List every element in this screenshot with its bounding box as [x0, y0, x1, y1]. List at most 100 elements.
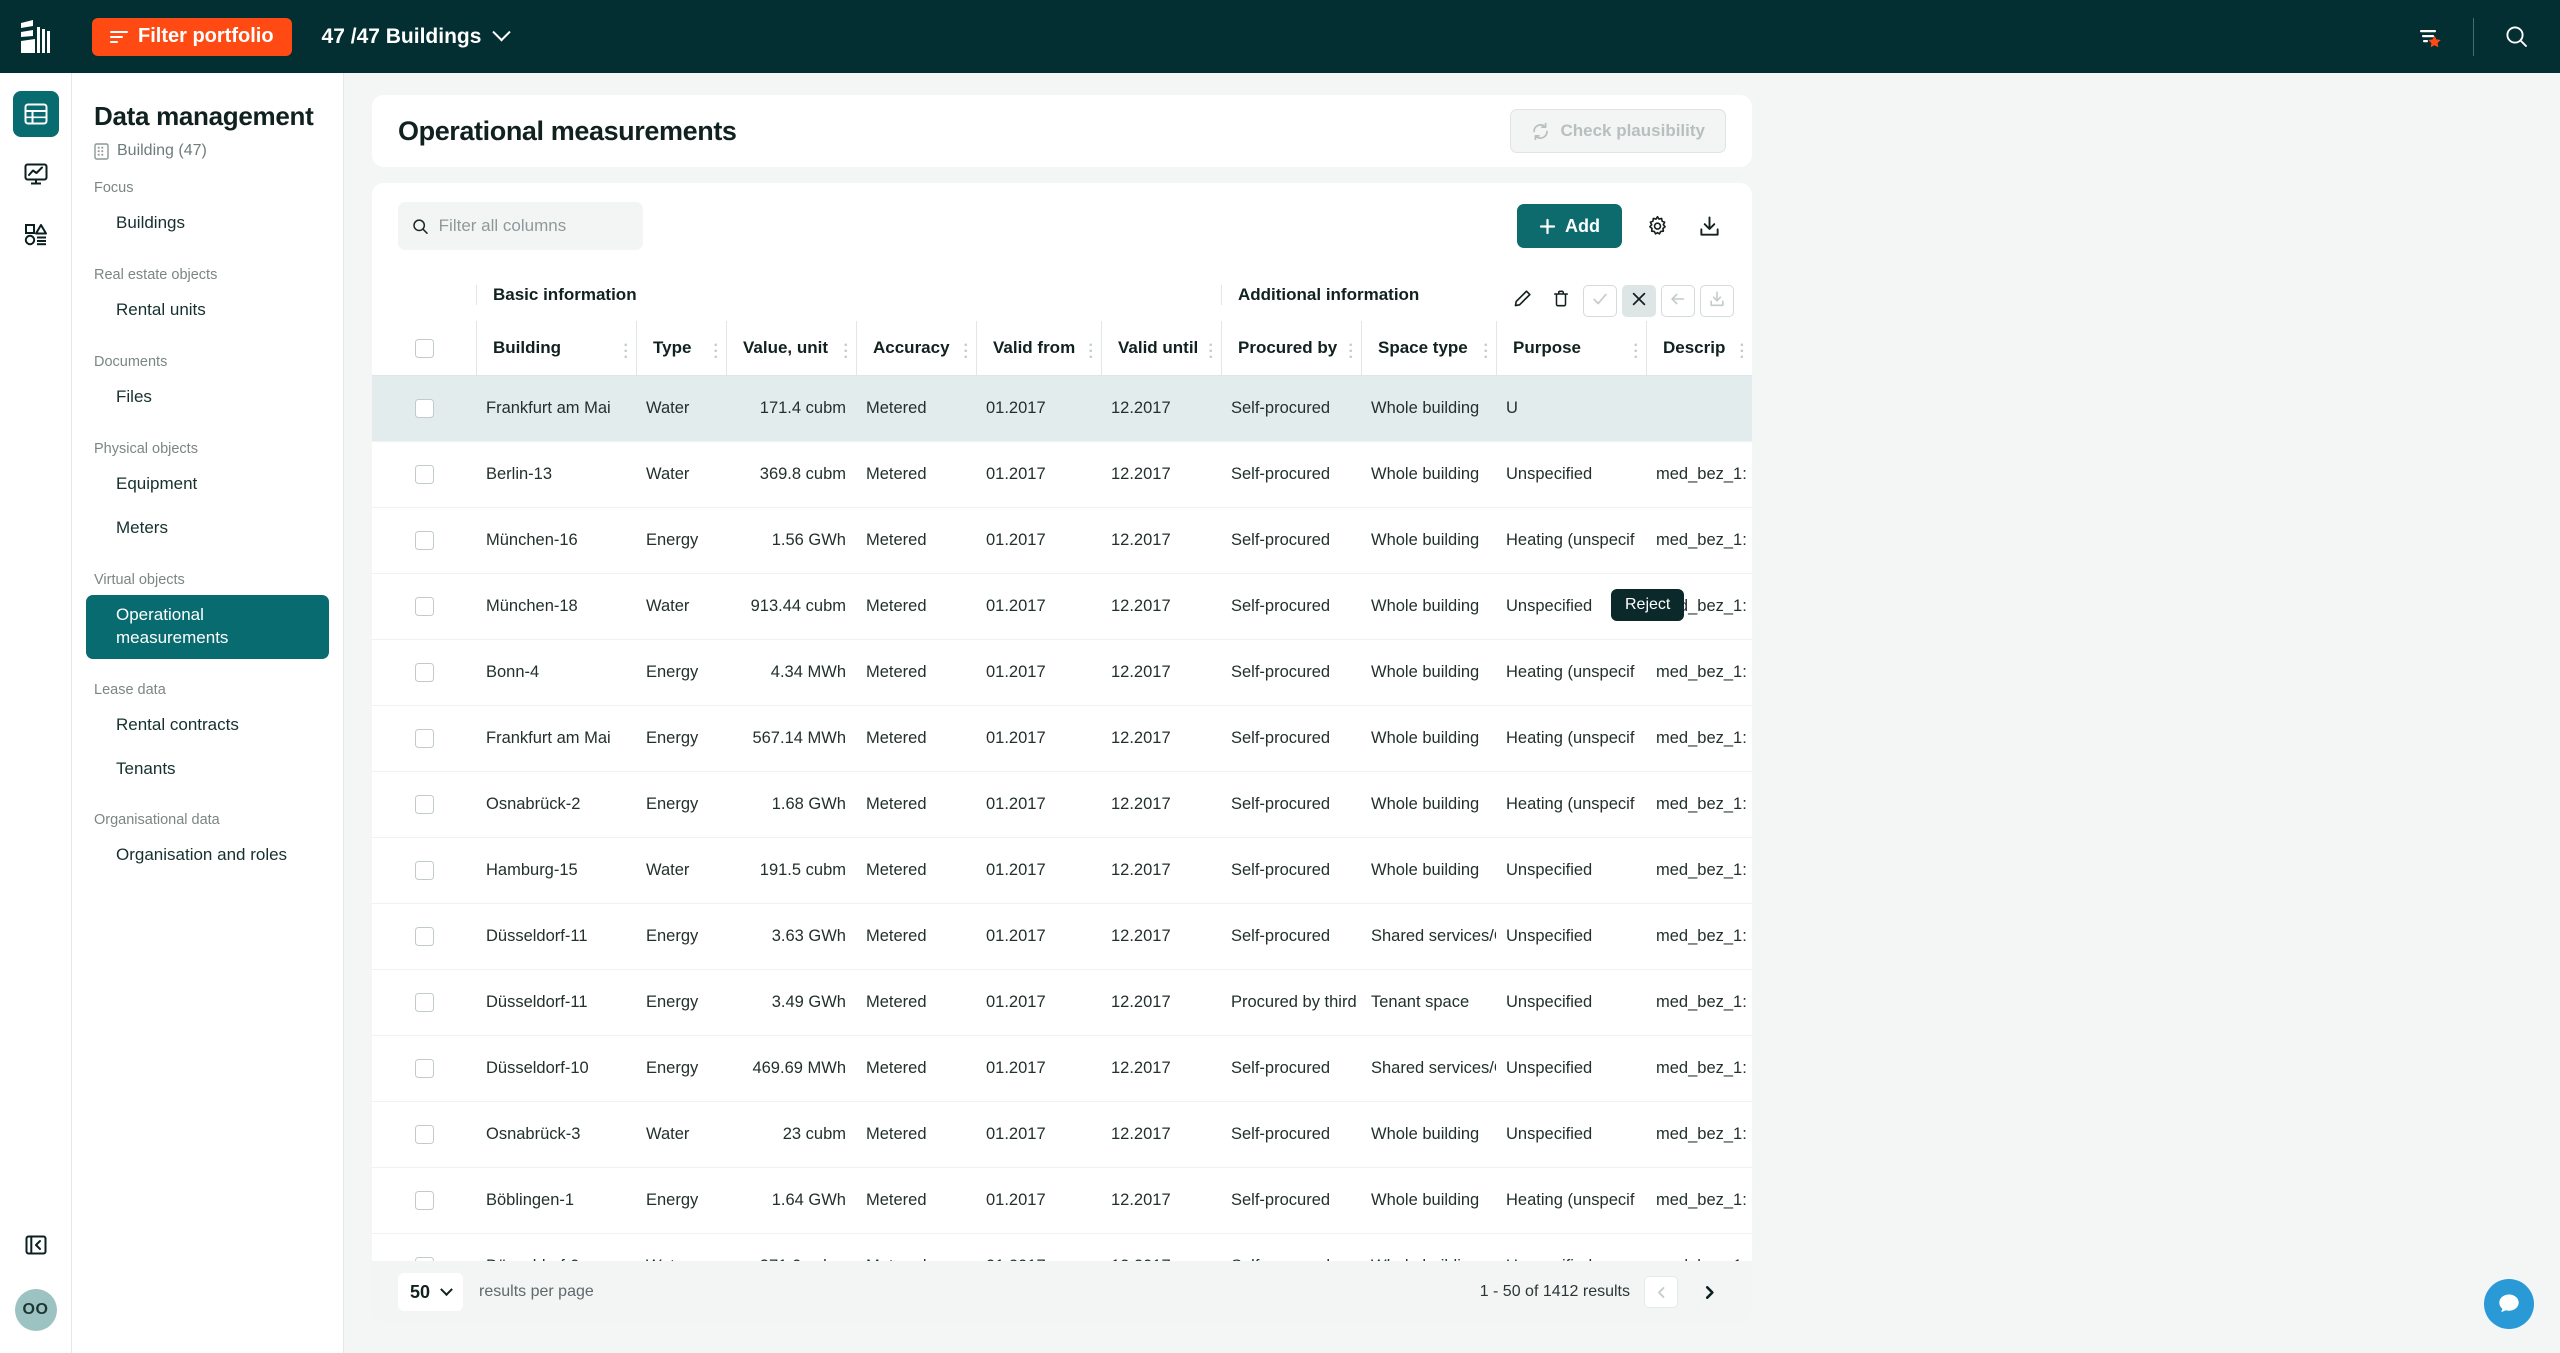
cell-accuracy: Metered [866, 729, 927, 747]
row-checkbox[interactable] [414, 729, 434, 748]
cell-valid_until: 12.2017 [1111, 465, 1171, 483]
sidebar-item-equipment[interactable]: Equipment [86, 464, 329, 505]
cell-building: München-18 [486, 597, 578, 615]
cell-valid_from: 01.2017 [986, 663, 1046, 681]
column-header-accuracy[interactable]: Accuracy... [856, 321, 976, 376]
buildings-count-label: 47 /47 Buildings [321, 24, 482, 48]
sidebar-item-rental-contracts[interactable]: Rental contracts [86, 705, 329, 746]
cell-type: Energy [646, 1059, 699, 1077]
select-all-checkbox[interactable] [414, 338, 434, 358]
table-row[interactable]: Osnabrück-3 Water 23 cubm Metered 01.2017 12.… [372, 1102, 1752, 1168]
download-icon [1699, 215, 1719, 236]
rail-item-reports[interactable] [13, 211, 59, 257]
saved-filters-button[interactable] [2387, 0, 2473, 73]
column-header-space_type[interactable]: Space type... [1361, 321, 1496, 376]
sidebar-item-meters[interactable]: Meters [86, 508, 329, 549]
prev-page-button[interactable] [1644, 1276, 1678, 1308]
row-checkbox[interactable] [414, 795, 434, 814]
column-header-purpose[interactable]: Purpose... [1496, 321, 1646, 376]
column-header-procured_by[interactable]: Procured by... [1221, 321, 1361, 376]
avatar[interactable]: OO [14, 1289, 57, 1331]
delete-row-button[interactable] [1544, 285, 1578, 317]
sidebar-item-buildings[interactable]: Buildings [86, 203, 329, 244]
column-header-valid_until[interactable]: Valid until... [1101, 321, 1221, 376]
table-row[interactable]: Düsseldorf-11 Energy 3.63 GWh Metered 01.201… [372, 904, 1752, 970]
filter-portfolio-button[interactable]: Filter portfolio [92, 17, 292, 56]
sidebar-item-files[interactable]: Files [86, 377, 329, 418]
sidebar-group-label: Focus [94, 180, 134, 196]
cell-space_type: Whole building [1371, 597, 1480, 615]
row-checkbox[interactable] [414, 993, 434, 1012]
column-menu-icon[interactable]: ... [1201, 334, 1221, 362]
column-menu-icon[interactable]: ... [836, 334, 856, 362]
column-menu-icon[interactable]: ... [616, 334, 636, 362]
cell-description: med_bez_1: [1656, 531, 1747, 549]
row-checkbox[interactable] [414, 1191, 434, 1210]
table-row[interactable]: Osnabrück-2 Energy 1.68 GWh Metered 01.2017 1… [372, 772, 1752, 838]
row-checkbox[interactable] [414, 1059, 434, 1078]
column-header-inner: Descrip... [1646, 321, 1752, 375]
row-select-cell [372, 640, 476, 706]
table-row[interactable]: Frankfurt am Mai Water 171.4 cubm Metered 01… [372, 375, 1752, 442]
column-menu-icon[interactable]: ... [1626, 334, 1646, 362]
sidebar-group-label: Real estate objects [94, 266, 218, 283]
sidebar-item-label: Buildings [116, 213, 185, 232]
global-search-button[interactable] [2474, 0, 2560, 73]
search-input[interactable] [438, 216, 629, 236]
sidebar-item-operational-measurements[interactable]: Operational measurements [86, 594, 329, 659]
cell-type: Energy [646, 1191, 699, 1209]
table-settings-button[interactable] [1640, 209, 1674, 243]
export-download-button[interactable] [1692, 209, 1726, 243]
column-menu-icon[interactable]: ... [1081, 334, 1101, 362]
cell-accuracy: Metered [866, 993, 927, 1011]
row-checkbox[interactable] [414, 597, 434, 616]
column-menu-icon[interactable]: ... [1732, 334, 1752, 362]
edit-row-button[interactable] [1505, 285, 1539, 317]
add-button[interactable]: Add [1517, 204, 1622, 248]
column-header-type[interactable]: Type... [636, 321, 726, 376]
chat-support-button[interactable] [2484, 1279, 2534, 1329]
column-menu-icon[interactable]: ... [956, 334, 976, 362]
table-row[interactable]: Berlin-13 Water 369.8 cubm Metered 01.2017 12… [372, 442, 1752, 508]
cell-valid_from: 01.2017 [986, 465, 1046, 483]
column-header-description[interactable]: Descrip... [1646, 321, 1752, 376]
sidebar-item-label: Meters [116, 517, 168, 537]
results-per-page-select[interactable]: 50 [398, 1273, 464, 1311]
column-menu-icon[interactable]: ... [1341, 334, 1361, 362]
rail-item-data-management[interactable] [12, 91, 59, 137]
row-checkbox[interactable] [414, 1125, 434, 1144]
table-row[interactable]: Düsseldorf-10 Energy 469.69 MWh Metered 01.2… [372, 1036, 1752, 1102]
column-menu-icon[interactable]: ... [1476, 334, 1496, 362]
column-header-inner: Space type... [1361, 321, 1496, 375]
row-checkbox[interactable] [414, 861, 434, 880]
reject-row-button[interactable] [1622, 285, 1656, 317]
row-checkbox[interactable] [414, 465, 434, 484]
table-row[interactable]: Frankfurt am Mai Energy 567.14 MWh Metered 0… [372, 706, 1752, 772]
check-plausibility-button[interactable]: Check plausibility [1510, 109, 1726, 153]
row-checkbox[interactable] [414, 663, 434, 682]
row-checkbox[interactable] [414, 399, 434, 418]
next-page-button[interactable] [1692, 1276, 1726, 1308]
sidebar-item-organisation-and-roles[interactable]: Organisation and roles [86, 835, 329, 876]
app-logo[interactable] [0, 19, 72, 55]
table-row[interactable]: München-18 Water 913.44 cubm Metered 01.2017… [372, 574, 1752, 640]
column-menu-icon[interactable]: ... [706, 334, 726, 362]
filter-columns-search[interactable] [398, 202, 643, 250]
collapse-sidebar-button[interactable] [16, 1225, 56, 1265]
column-header-valid_from[interactable]: Valid from... [976, 321, 1101, 376]
table-row[interactable]: Düsseldorf-11 Energy 3.49 GWh Metered 01.201… [372, 970, 1752, 1036]
table-row[interactable]: Bonn-4 Energy 4.34 MWh Metered 01.2017 12.201… [372, 640, 1752, 706]
table-row[interactable]: München-16 Energy 1.56 GWh Metered 01.2017 12… [372, 508, 1752, 574]
row-checkbox[interactable] [414, 531, 434, 550]
row-checkbox[interactable] [414, 927, 434, 946]
column-header-value[interactable]: Value, unit... [726, 321, 856, 376]
sidebar-item-rental-units[interactable]: Rental units [86, 290, 329, 331]
cell-space_type: Whole building [1371, 795, 1480, 813]
buildings-count-dropdown[interactable]: 47 /47 Buildings [321, 23, 512, 49]
table-row[interactable]: Böblingen-1 Energy 1.64 GWh Metered 01.2017 1… [372, 1168, 1752, 1234]
table-row[interactable]: Hamburg-15 Water 191.5 cubm Metered 01.2017 1… [372, 838, 1752, 904]
rail-item-monitoring[interactable] [13, 151, 59, 197]
cell-building: Böblingen-1 [486, 1191, 575, 1209]
sidebar-item-tenants[interactable]: Tenants [86, 749, 329, 790]
column-header-building[interactable]: Building... [476, 321, 636, 376]
